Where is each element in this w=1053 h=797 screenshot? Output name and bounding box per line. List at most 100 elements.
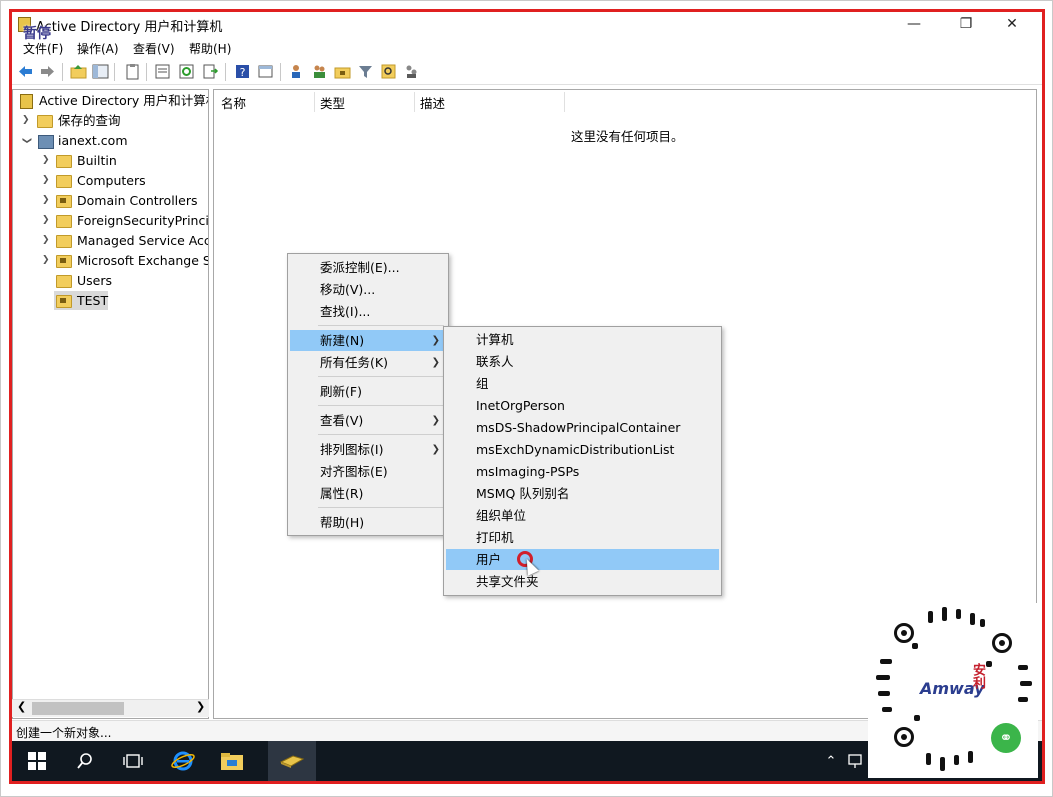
column-type[interactable]: 类型	[320, 93, 345, 112]
column-name[interactable]: 名称	[221, 93, 246, 112]
new-dynamic-distribution-list[interactable]: msExchDynamicDistributionList	[446, 439, 719, 460]
submenu-item-label: 组	[476, 376, 489, 391]
ou-folder-icon	[56, 195, 72, 208]
search-icon[interactable]	[71, 748, 99, 774]
submenu-arrow-icon: ❯	[431, 335, 440, 346]
qr-finder-icon	[894, 623, 914, 643]
menu-item-label: 新建(N)	[320, 333, 365, 348]
new-printer[interactable]: 打印机	[446, 527, 719, 548]
scroll-left-icon[interactable]: ❮	[17, 700, 26, 713]
submenu-item-label: 打印机	[476, 530, 514, 545]
console-icon[interactable]	[257, 63, 274, 80]
folder-icon	[56, 235, 72, 248]
pause-overlay-label: 暂停	[23, 26, 51, 42]
chevron-right-icon[interactable]: ❯	[42, 171, 50, 190]
new-imaging-psps[interactable]: msImaging-PSPs	[446, 461, 719, 482]
new-organizational-unit[interactable]: 组织单位	[446, 505, 719, 526]
mini-program-icon: ⚭	[991, 723, 1021, 753]
menu-item-label: 查找(I)...	[320, 304, 371, 319]
new-contact[interactable]: 联系人	[446, 351, 719, 372]
menu-separator	[318, 434, 444, 435]
start-icon[interactable]	[23, 748, 51, 774]
folder-icon	[56, 175, 72, 188]
new-ou-icon[interactable]	[334, 63, 351, 80]
properties-icon[interactable]	[154, 63, 171, 80]
new-user[interactable]: 用户	[446, 549, 719, 570]
chevron-right-icon[interactable]: ❯	[22, 111, 30, 130]
clipboard-icon[interactable]	[124, 63, 141, 80]
menu-view[interactable]: 查看(V)	[133, 40, 175, 57]
new-msmq-queue-alias[interactable]: MSMQ 队列别名	[446, 483, 719, 504]
forward-icon[interactable]	[39, 63, 56, 80]
scroll-right-icon[interactable]: ❯	[196, 700, 205, 713]
refresh-icon[interactable]	[178, 63, 195, 80]
internet-explorer-icon[interactable]	[169, 748, 197, 774]
menu-separator	[318, 325, 444, 326]
menu-item-label: 刷新(F)	[320, 384, 362, 399]
close-button[interactable]: ✕	[995, 14, 1029, 34]
menu-item-line-up-icons[interactable]: 对齐图标(E)	[290, 461, 446, 482]
tree-root-label: Active Directory 用户和计算机	[39, 93, 209, 108]
folder-icon	[56, 155, 72, 168]
menu-item-delegate-control[interactable]: 委派控制(E)...	[290, 257, 446, 278]
status-text: 创建一个新对象...	[16, 726, 112, 740]
file-explorer-icon[interactable]	[218, 748, 246, 774]
chevron-down-icon[interactable]: ❯	[16, 137, 35, 145]
filter-icon[interactable]	[357, 63, 374, 80]
minimize-button[interactable]: —	[897, 14, 931, 34]
new-submenu: 计算机 联系人 组 InetOrgPerson msDS-ShadowPrinc…	[443, 326, 722, 596]
new-group[interactable]: 组	[446, 373, 719, 394]
menu-separator	[318, 376, 444, 377]
task-view-icon[interactable]	[119, 748, 147, 774]
menu-item-label: 排列图标(I)	[320, 442, 384, 457]
chevron-right-icon[interactable]: ❯	[42, 251, 50, 270]
menu-item-label: 属性(R)	[320, 486, 364, 501]
submenu-item-label: msImaging-PSPs	[476, 464, 580, 479]
chevron-right-icon[interactable]: ❯	[42, 191, 50, 210]
menu-item-move[interactable]: 移动(V)...	[290, 279, 446, 300]
new-group-icon[interactable]	[311, 63, 328, 80]
chevron-right-icon[interactable]: ❯	[42, 211, 50, 230]
scroll-thumb[interactable]	[32, 702, 124, 715]
ad-users-computers-taskbar-icon[interactable]	[278, 748, 306, 774]
new-computer[interactable]: 计算机	[446, 329, 719, 350]
new-shadow-principal-container[interactable]: msDS-ShadowPrincipalContainer	[446, 417, 719, 438]
menu-item-help[interactable]: 帮助(H)	[290, 512, 446, 533]
back-icon[interactable]	[17, 63, 34, 80]
maximize-button[interactable]: ❐	[949, 14, 983, 34]
new-shared-folder[interactable]: 共享文件夹	[446, 571, 719, 592]
new-user-icon[interactable]	[288, 63, 305, 80]
menu-action[interactable]: 操作(A)	[77, 40, 119, 57]
tree-horizontal-scrollbar[interactable]: ❮ ❯	[12, 699, 209, 717]
chevron-right-icon[interactable]: ❯	[42, 151, 50, 170]
domain-icon	[38, 135, 54, 149]
menu-item-all-tasks[interactable]: 所有任务(K) ❯	[290, 352, 446, 373]
new-inetorgperson[interactable]: InetOrgPerson	[446, 395, 719, 416]
menu-item-new[interactable]: 新建(N) ❯	[290, 330, 446, 351]
column-description[interactable]: 描述	[420, 93, 445, 112]
add-to-group-icon[interactable]	[403, 63, 420, 80]
submenu-item-label: 联系人	[476, 354, 514, 369]
menu-item-view[interactable]: 查看(V) ❯	[290, 410, 446, 431]
show-hide-tree-icon[interactable]	[92, 63, 109, 80]
menu-item-label: 对齐图标(E)	[320, 464, 388, 479]
app-window: Active Directory 用户和计算机 — ❐ ✕ 暂停 文件(F) 操…	[0, 0, 1053, 797]
help-icon[interactable]: ?	[234, 63, 251, 80]
up-folder-icon[interactable]	[70, 63, 87, 80]
tray-chevron-up-icon[interactable]: ⌃	[817, 748, 845, 774]
submenu-arrow-icon: ❯	[431, 357, 440, 368]
find-icon[interactable]	[380, 63, 397, 80]
folder-icon	[56, 215, 72, 228]
submenu-arrow-icon: ❯	[431, 444, 440, 455]
menu-item-refresh[interactable]: 刷新(F)	[290, 381, 446, 402]
chevron-right-icon[interactable]: ❯	[42, 231, 50, 250]
submenu-item-label: 计算机	[476, 332, 514, 347]
menu-item-find[interactable]: 查找(I)...	[290, 301, 446, 322]
menu-item-arrange-icons[interactable]: 排列图标(I) ❯	[290, 439, 446, 460]
tree-item-label: Managed Service Accc	[77, 233, 209, 248]
menu-help[interactable]: 帮助(H)	[189, 40, 231, 57]
export-list-icon[interactable]	[202, 63, 219, 80]
menu-item-properties[interactable]: 属性(R)	[290, 483, 446, 504]
network-icon[interactable]	[842, 748, 870, 774]
window-title: Active Directory 用户和计算机	[36, 20, 223, 35]
